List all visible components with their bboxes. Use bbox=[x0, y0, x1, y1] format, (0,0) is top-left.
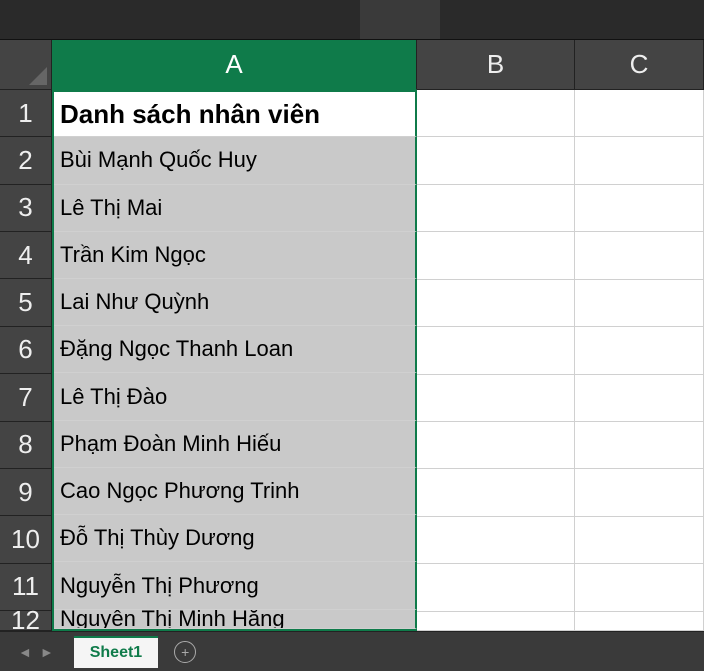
column-header-a[interactable]: A bbox=[52, 40, 417, 90]
cell-b9[interactable] bbox=[417, 469, 575, 516]
cell-a11[interactable]: Nguyễn Thị Phương bbox=[52, 562, 417, 609]
cell-b4[interactable] bbox=[417, 232, 575, 279]
cell-a1[interactable]: Danh sách nhân viên bbox=[52, 90, 417, 137]
cell-a3[interactable]: Lê Thị Mai bbox=[52, 185, 417, 232]
ribbon-group bbox=[360, 0, 440, 39]
row-header-8[interactable]: 8 bbox=[0, 422, 52, 469]
row-header-9[interactable]: 9 bbox=[0, 469, 52, 516]
cell-a8[interactable]: Phạm Đoàn Minh Hiếu bbox=[52, 421, 417, 468]
cell-a5[interactable]: Lai Như Quỳnh bbox=[52, 279, 417, 326]
sheet-tab-active[interactable]: Sheet1 bbox=[74, 636, 158, 668]
row-header-12[interactable]: 12 bbox=[0, 611, 52, 631]
cell-c7[interactable] bbox=[575, 375, 704, 422]
cell-b6[interactable] bbox=[417, 327, 575, 374]
cell-c8[interactable] bbox=[575, 422, 704, 469]
ribbon-spacer bbox=[0, 0, 360, 39]
cell-b3[interactable] bbox=[417, 185, 575, 232]
ribbon-bar bbox=[0, 0, 704, 40]
cell-b12[interactable] bbox=[417, 612, 575, 631]
cell-c10[interactable] bbox=[575, 517, 704, 564]
cell-a7[interactable]: Lê Thị Đào bbox=[52, 373, 417, 420]
cell-b11[interactable] bbox=[417, 564, 575, 611]
cell-c5[interactable] bbox=[575, 280, 704, 327]
cell-c3[interactable] bbox=[575, 185, 704, 232]
cells-grid: Danh sách nhân viên Bùi Mạnh Quốc Huy Lê… bbox=[52, 90, 704, 631]
column-a: Danh sách nhân viên Bùi Mạnh Quốc Huy Lê… bbox=[52, 90, 417, 631]
row-headers: 123456789101112 bbox=[0, 90, 52, 631]
cell-c11[interactable] bbox=[575, 564, 704, 611]
column-b bbox=[417, 90, 575, 631]
row-header-7[interactable]: 7 bbox=[0, 374, 52, 421]
next-sheet-icon[interactable]: ► bbox=[40, 644, 54, 660]
cell-b7[interactable] bbox=[417, 375, 575, 422]
cell-a4[interactable]: Trần Kim Ngọc bbox=[52, 232, 417, 279]
cell-a9[interactable]: Cao Ngọc Phương Trinh bbox=[52, 468, 417, 515]
cell-c9[interactable] bbox=[575, 469, 704, 516]
cell-c12[interactable] bbox=[575, 612, 704, 631]
add-sheet-icon[interactable]: + bbox=[174, 641, 196, 663]
row-header-10[interactable]: 10 bbox=[0, 516, 52, 563]
selection-border bbox=[52, 90, 54, 631]
cell-b10[interactable] bbox=[417, 517, 575, 564]
cell-a2[interactable]: Bùi Mạnh Quốc Huy bbox=[52, 137, 417, 184]
cell-b5[interactable] bbox=[417, 280, 575, 327]
row-header-5[interactable]: 5 bbox=[0, 279, 52, 326]
sheet-nav: ◄ ► bbox=[8, 644, 64, 660]
cell-a6[interactable]: Đặng Ngọc Thanh Loan bbox=[52, 326, 417, 373]
row-header-3[interactable]: 3 bbox=[0, 185, 52, 232]
cell-c2[interactable] bbox=[575, 137, 704, 184]
cell-c1[interactable] bbox=[575, 90, 704, 137]
column-header-c[interactable]: C bbox=[575, 40, 704, 90]
column-c bbox=[575, 90, 704, 631]
row-header-1[interactable]: 1 bbox=[0, 90, 52, 137]
spreadsheet-area: A B C 123456789101112 Danh sách nhân viê… bbox=[0, 40, 704, 631]
cell-c4[interactable] bbox=[575, 232, 704, 279]
cell-a12[interactable]: Nguyễn Thị Minh Hằng bbox=[52, 610, 417, 629]
sheet-tab-bar: ◄ ► Sheet1 + bbox=[0, 631, 704, 671]
select-all-corner[interactable] bbox=[0, 40, 52, 90]
cell-b2[interactable] bbox=[417, 137, 575, 184]
row-header-6[interactable]: 6 bbox=[0, 327, 52, 374]
column-header-b[interactable]: B bbox=[417, 40, 575, 90]
row-header-2[interactable]: 2 bbox=[0, 137, 52, 184]
cell-b8[interactable] bbox=[417, 422, 575, 469]
prev-sheet-icon[interactable]: ◄ bbox=[18, 644, 32, 660]
cell-a10[interactable]: Đỗ Thị Thùy Dương bbox=[52, 515, 417, 562]
column-headers: A B C bbox=[52, 40, 704, 90]
row-header-4[interactable]: 4 bbox=[0, 232, 52, 279]
cell-c6[interactable] bbox=[575, 327, 704, 374]
cell-b1[interactable] bbox=[417, 90, 575, 137]
row-header-11[interactable]: 11 bbox=[0, 564, 52, 611]
